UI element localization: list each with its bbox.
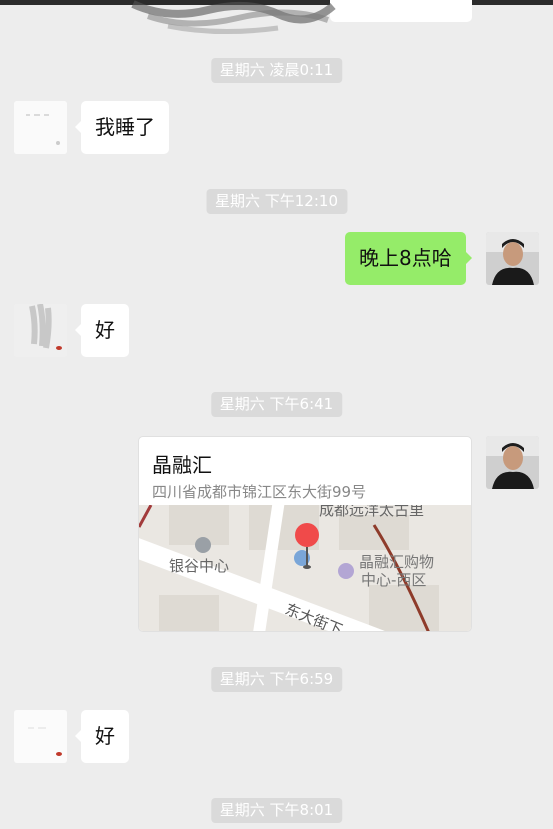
incoming-message[interactable]: 我睡了: [75, 101, 169, 154]
outgoing-message[interactable]: 晚上8点哈: [345, 232, 472, 285]
my-avatar[interactable]: [486, 232, 539, 285]
map-label: 成都远洋太古里: [319, 505, 424, 519]
map-preview[interactable]: 银谷中心 成都远洋太古里 晶融汇购物 中心-西区 东大街下: [139, 505, 472, 632]
location-address: 四川省成都市锦江区东大街99号: [152, 483, 367, 501]
location-name: 晶融汇: [152, 453, 212, 477]
map-label: 中心-西区: [361, 571, 426, 589]
timestamp: 星期六 凌晨0:11: [210, 58, 343, 83]
timestamp: 星期六 下午6:41: [210, 392, 343, 417]
person-photo-icon: [486, 232, 539, 285]
incoming-message[interactable]: 好: [75, 710, 129, 763]
scribble-overlay: [131, 0, 336, 35]
contact-avatar[interactable]: [14, 710, 67, 763]
map-label: 银谷中心: [169, 557, 229, 575]
my-avatar[interactable]: [486, 436, 539, 489]
contact-avatar[interactable]: [14, 304, 67, 357]
sketch-avatar-icon: [14, 304, 67, 357]
timestamp: 星期六 下午12:10: [206, 189, 347, 214]
timestamp: 星期六 下午6:59: [210, 667, 343, 692]
map-label: 晶融汇购物: [359, 553, 434, 571]
shopping-icon: [338, 563, 354, 579]
location-card[interactable]: 晶融汇 四川省成都市锦江区东大街99号 银谷中心 成都远洋太古里 晶融汇购物 中…: [138, 436, 472, 632]
incoming-message[interactable]: 好: [75, 304, 129, 357]
sketch-avatar-icon: [14, 710, 67, 763]
contact-avatar[interactable]: [14, 101, 67, 154]
timestamp: 星期六 下午8:01: [210, 798, 343, 823]
sketch-avatar-icon: [14, 101, 67, 154]
building-icon: [195, 537, 211, 553]
person-photo-icon: [486, 436, 539, 489]
previous-message-bubble[interactable]: [330, 0, 472, 22]
